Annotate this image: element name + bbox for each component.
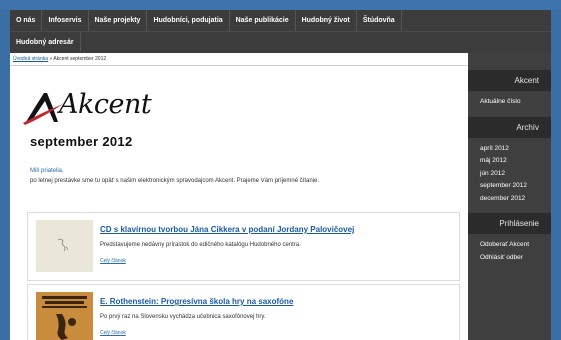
nav-item-hudobny-zivot[interactable]: Hudobný život xyxy=(296,10,357,31)
nav-item-o-nas[interactable]: O nás xyxy=(10,10,43,31)
article-description: Po prvý raz na Slovensku vychádza učebni… xyxy=(100,314,266,320)
nav-item-infoservis[interactable]: Infoservis xyxy=(42,10,89,31)
read-more-link[interactable]: Celý článok xyxy=(100,258,126,264)
book-cover-image-icon xyxy=(36,292,93,340)
breadcrumb-divider xyxy=(10,65,468,66)
breadcrumb-separator: » xyxy=(49,56,53,62)
article-thumbnail[interactable] xyxy=(36,292,93,340)
sidebar-header-login: Prihlásenie xyxy=(468,213,551,234)
akcent-logo-mark-icon xyxy=(23,93,63,125)
breadcrumb: Úvodná stránka » Akcent september 2012 xyxy=(13,56,106,62)
read-more-link[interactable]: Celý článok xyxy=(100,330,126,336)
logo-text: Akcent xyxy=(59,89,152,120)
intro-body: po letnej prestávke sme tu opäť s našim … xyxy=(30,178,320,184)
nav-item-studovna[interactable]: Štúdovňa xyxy=(357,10,402,31)
article-title-link[interactable]: CD s klavírnou tvorbou Jána Cikkera v po… xyxy=(100,225,354,234)
sidebar-login-list: Odoberať Akcent Odhlásiť odber xyxy=(468,234,551,272)
sidebar-archive-link[interactable]: apríl 2012 xyxy=(480,143,551,156)
breadcrumb-current: Akcent september 2012 xyxy=(53,56,107,62)
sidebar-archive-list: apríl 2012 máj 2012 jún 2012 september 2… xyxy=(468,138,551,214)
akcent-logo: Akcent xyxy=(23,89,152,125)
nav-item-hudobny-adresar[interactable]: Hudobný adresár xyxy=(10,32,81,51)
article-title-link[interactable]: E. Rothenstein: Progresívna škola hry na… xyxy=(100,297,293,306)
nav-item-nase-publikacie[interactable]: Naše publikácie xyxy=(230,10,296,31)
article-thumbnail[interactable] xyxy=(36,220,93,272)
sidebar-archive-link[interactable]: september 2012 xyxy=(480,180,551,193)
nav-item-hudobnici-podujatia[interactable]: Hudobníci, podujatia xyxy=(147,10,230,31)
issue-title: september 2012 xyxy=(30,134,133,149)
breadcrumb-home-link[interactable]: Úvodná stránka xyxy=(13,56,48,62)
nav-item-nase-projekty[interactable]: Naše projekty xyxy=(89,10,148,31)
main-navigation: O nás Infoservis Naše projekty Hudobníci… xyxy=(10,10,551,53)
intro-text: Milí priatelia, po letnej prestávke sme … xyxy=(30,166,319,186)
sidebar-current-list: Aktuálne číslo xyxy=(468,91,551,117)
sidebar: Akcent Aktuálne číslo Archív apríl 2012 … xyxy=(468,53,551,340)
sidebar-archive-link[interactable]: december 2012 xyxy=(480,193,551,206)
sidebar-link-unsubscribe[interactable]: Odhlásiť odber xyxy=(480,252,551,265)
sidebar-header-akcent: Akcent xyxy=(468,70,551,91)
main-content: Úvodná stránka » Akcent september 2012 A… xyxy=(10,53,468,340)
sidebar-header-archive: Archív xyxy=(468,116,551,138)
article-card: E. Rothenstein: Progresívna škola hry na… xyxy=(27,284,460,340)
sidebar-link-subscribe[interactable]: Odoberať Akcent xyxy=(480,239,551,252)
sidebar-archive-link[interactable]: jún 2012 xyxy=(480,168,551,181)
sidebar-archive-link[interactable]: máj 2012 xyxy=(480,155,551,168)
cd-cover-image-icon xyxy=(36,220,93,272)
article-card: CD s klavírnou tvorbou Jána Cikkera v po… xyxy=(27,212,460,281)
sidebar-link-current-issue[interactable]: Aktuálne číslo xyxy=(480,96,551,109)
frame-top xyxy=(0,0,561,10)
article-description: Predstavujeme nedávny prírastok do edičn… xyxy=(100,242,301,248)
intro-greeting: Milí priatelia, xyxy=(30,168,64,174)
